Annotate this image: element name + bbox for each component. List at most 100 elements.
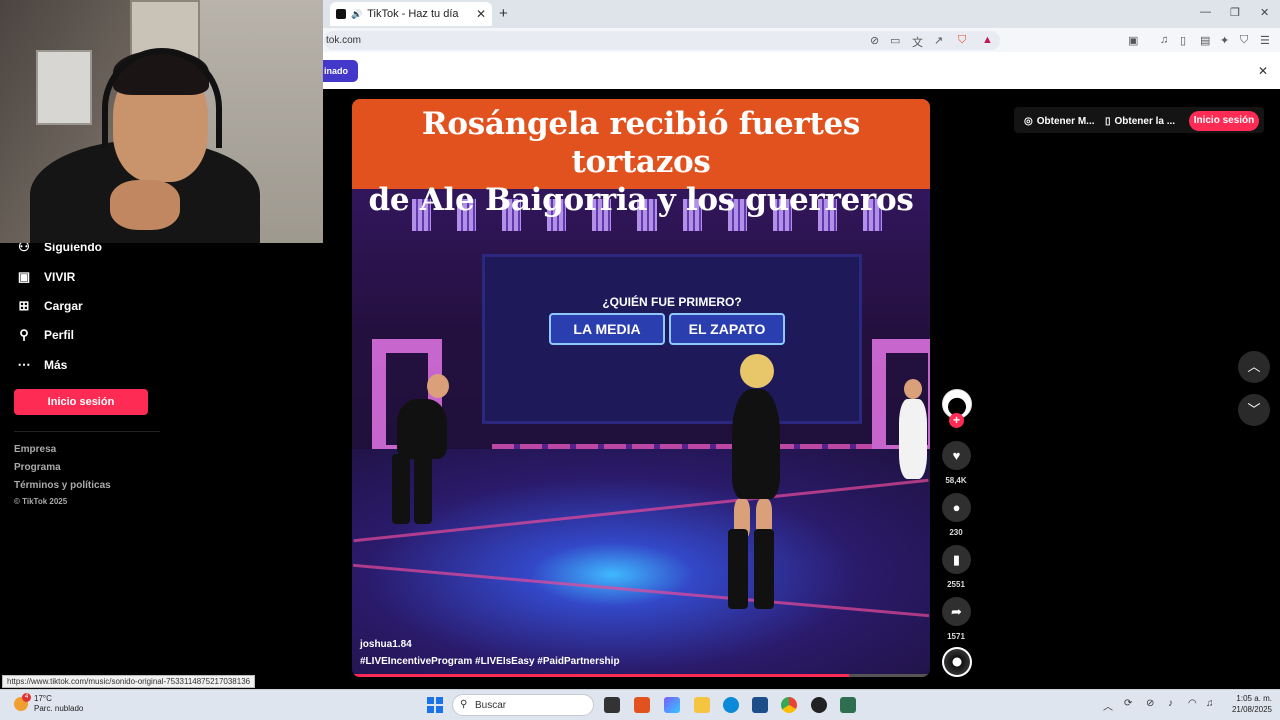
dancer-left xyxy=(397,399,447,459)
taskbar-clock[interactable]: 1:05 a. m. 21/08/2025 xyxy=(1222,693,1272,715)
follow-plus-icon[interactable]: + xyxy=(949,413,964,428)
webcam-overlay xyxy=(0,0,323,243)
heart-icon: ♥ xyxy=(952,448,961,463)
tray-chevron-icon[interactable]: ︿ xyxy=(1103,698,1113,713)
calculator-icon[interactable] xyxy=(840,697,856,713)
sidebar-item-cargar[interactable]: ⊞ Cargar xyxy=(16,298,83,314)
copilot-icon[interactable] xyxy=(664,697,680,713)
tracking-icon[interactable]: ⊘ xyxy=(870,34,879,47)
get-app-button-2[interactable]: ▯ Obtener la ... xyxy=(1105,109,1175,133)
like-button[interactable]: ♥ xyxy=(942,441,971,470)
tab-close-icon[interactable]: ✕ xyxy=(476,7,486,21)
store-icon[interactable] xyxy=(752,697,768,713)
headline-line-2: de Ale Baigorria y los guerreros xyxy=(368,182,914,218)
copyright: © TikTok 2025 xyxy=(14,497,68,506)
next-video-button[interactable]: ﹀ xyxy=(1238,394,1270,426)
phone-icon: ▯ xyxy=(1105,115,1111,127)
video-hashtags[interactable]: #LIVEIncentiveProgram #LIVEIsEasy #PaidP… xyxy=(360,656,620,667)
save-count: 2551 xyxy=(947,580,965,589)
video-author[interactable]: joshua1.84 xyxy=(360,639,412,650)
taskbar-search[interactable]: ⚲ Buscar xyxy=(452,694,594,716)
sidebar-item-mas[interactable]: ⋯ Más xyxy=(16,357,68,373)
brave-shield-icon[interactable]: ⛉ xyxy=(958,34,966,47)
like-count: 58,4K xyxy=(945,476,967,485)
quiz-question: ¿QUIÉN FUE PRIMERO? xyxy=(602,295,742,309)
status-url-tooltip: https://www.tiktok.com/music/sonido-orig… xyxy=(2,675,256,688)
upload-icon: ⊞ xyxy=(18,298,30,313)
task-view-icon[interactable] xyxy=(604,697,620,713)
tiktok-favicon-icon xyxy=(336,9,346,19)
taskbar-search-placeholder: Buscar xyxy=(475,700,507,711)
sidebar-item-label: Cargar xyxy=(44,299,83,313)
video-progress-bar[interactable] xyxy=(352,674,930,677)
share-button[interactable]: ➦ xyxy=(942,597,971,626)
login-button[interactable]: Inicio sesión xyxy=(14,389,148,415)
presenter-head xyxy=(904,379,922,399)
weather-sun-icon: 4 xyxy=(14,693,31,711)
weather-temperature: 17°C xyxy=(34,694,52,703)
clock-time: 1:05 a. m. xyxy=(1236,694,1272,703)
get-app-button-1[interactable]: ◎ Obtener M... xyxy=(1024,109,1095,133)
share-icon[interactable]: ↗ xyxy=(934,34,943,47)
restore-icon[interactable]: ❐ xyxy=(1230,6,1240,19)
dancer-hair xyxy=(740,354,774,388)
chrome-icon[interactable] xyxy=(781,697,797,713)
footer-link-terminos[interactable]: Términos y políticas xyxy=(14,480,111,491)
comment-button[interactable]: ● xyxy=(942,493,971,522)
info-pill[interactable]: inado xyxy=(318,60,358,82)
video-player[interactable]: ¿QUIÉN FUE PRIMERO? LA MEDIA EL ZAPATO R… xyxy=(352,99,930,677)
info-close-icon[interactable]: ✕ xyxy=(1258,64,1268,78)
edge-icon[interactable] xyxy=(723,697,739,713)
rewards-icon[interactable]: ▲ xyxy=(982,34,993,46)
get-app-label-1: Obtener M... xyxy=(1036,115,1095,127)
tray-network-icon[interactable]: ⊘ xyxy=(1146,698,1154,709)
menu-icon[interactable]: ☰ xyxy=(1260,34,1270,47)
quiz-option-right: EL ZAPATO xyxy=(669,313,785,345)
weather-widget[interactable]: 4 17°C Parc. nublado xyxy=(14,693,83,714)
dancer-right xyxy=(732,389,780,499)
file-explorer-icon[interactable] xyxy=(694,697,710,713)
tab-tiktok[interactable]: 🔊 TikTok - Haz tu día ✕ xyxy=(330,2,492,26)
tray-sync-icon[interactable]: ⟳ xyxy=(1124,698,1132,709)
comment-count: 230 xyxy=(949,528,963,537)
vpn-icon[interactable]: ⛉ xyxy=(1240,34,1248,47)
previous-video-button[interactable]: ︿ xyxy=(1238,351,1270,383)
stage-floor xyxy=(352,449,930,677)
save-button[interactable]: ▮ xyxy=(942,545,971,574)
sidebar-item-perfil[interactable]: ⚲ Perfil xyxy=(16,327,74,343)
dancer-left-leg xyxy=(392,454,410,524)
tray-wifi-icon[interactable]: ◠ xyxy=(1188,698,1197,709)
tray-mic-icon[interactable]: ♪ xyxy=(1168,698,1173,709)
bookmark-icon: ▮ xyxy=(952,552,961,567)
start-button[interactable] xyxy=(427,697,443,713)
more-icon: ⋯ xyxy=(17,357,31,372)
webcam-shelf xyxy=(36,50,92,125)
minimize-icon[interactable]: — xyxy=(1200,6,1211,18)
footer-link-programa[interactable]: Programa xyxy=(14,462,61,473)
wallet-icon[interactable]: ▤ xyxy=(1200,34,1210,47)
new-tab-button[interactable]: + xyxy=(499,5,508,22)
presenter-dress xyxy=(899,399,927,479)
leo-icon[interactable]: ✦ xyxy=(1220,34,1229,47)
sidebar-icon[interactable]: ▯ xyxy=(1180,34,1186,47)
brave-icon[interactable] xyxy=(634,697,650,713)
music-icon[interactable]: ♫ xyxy=(1160,34,1168,46)
sidebar-item-vivir[interactable]: ▣ VIVIR xyxy=(16,269,76,285)
translate-icon[interactable]: 文 xyxy=(912,34,923,50)
dancer-left-leg xyxy=(414,454,432,524)
obs-icon[interactable] xyxy=(811,697,827,713)
dancer-left-head xyxy=(427,374,449,398)
screenshot-icon[interactable]: ▭ xyxy=(890,34,900,47)
window-close-icon[interactable]: ✕ xyxy=(1260,6,1269,19)
tray-volume-icon[interactable]: ♫ xyxy=(1206,698,1214,709)
speaker-icon[interactable]: 🔊 xyxy=(351,9,362,20)
chevron-down-icon: ﹀ xyxy=(1247,402,1261,417)
music-disc-icon[interactable] xyxy=(942,647,972,677)
stage-screen: ¿QUIÉN FUE PRIMERO? LA MEDIA EL ZAPATO xyxy=(482,254,862,424)
live-icon: ▣ xyxy=(17,269,31,284)
clock-date: 21/08/2025 xyxy=(1231,705,1272,714)
signin-top-button[interactable]: Inicio sesión xyxy=(1189,111,1259,131)
reader-icon[interactable]: ▣ xyxy=(1128,34,1138,47)
footer-link-empresa[interactable]: Empresa xyxy=(14,444,56,455)
video-headline: Rosángela recibió fuertes tortazos de Al… xyxy=(352,99,930,218)
